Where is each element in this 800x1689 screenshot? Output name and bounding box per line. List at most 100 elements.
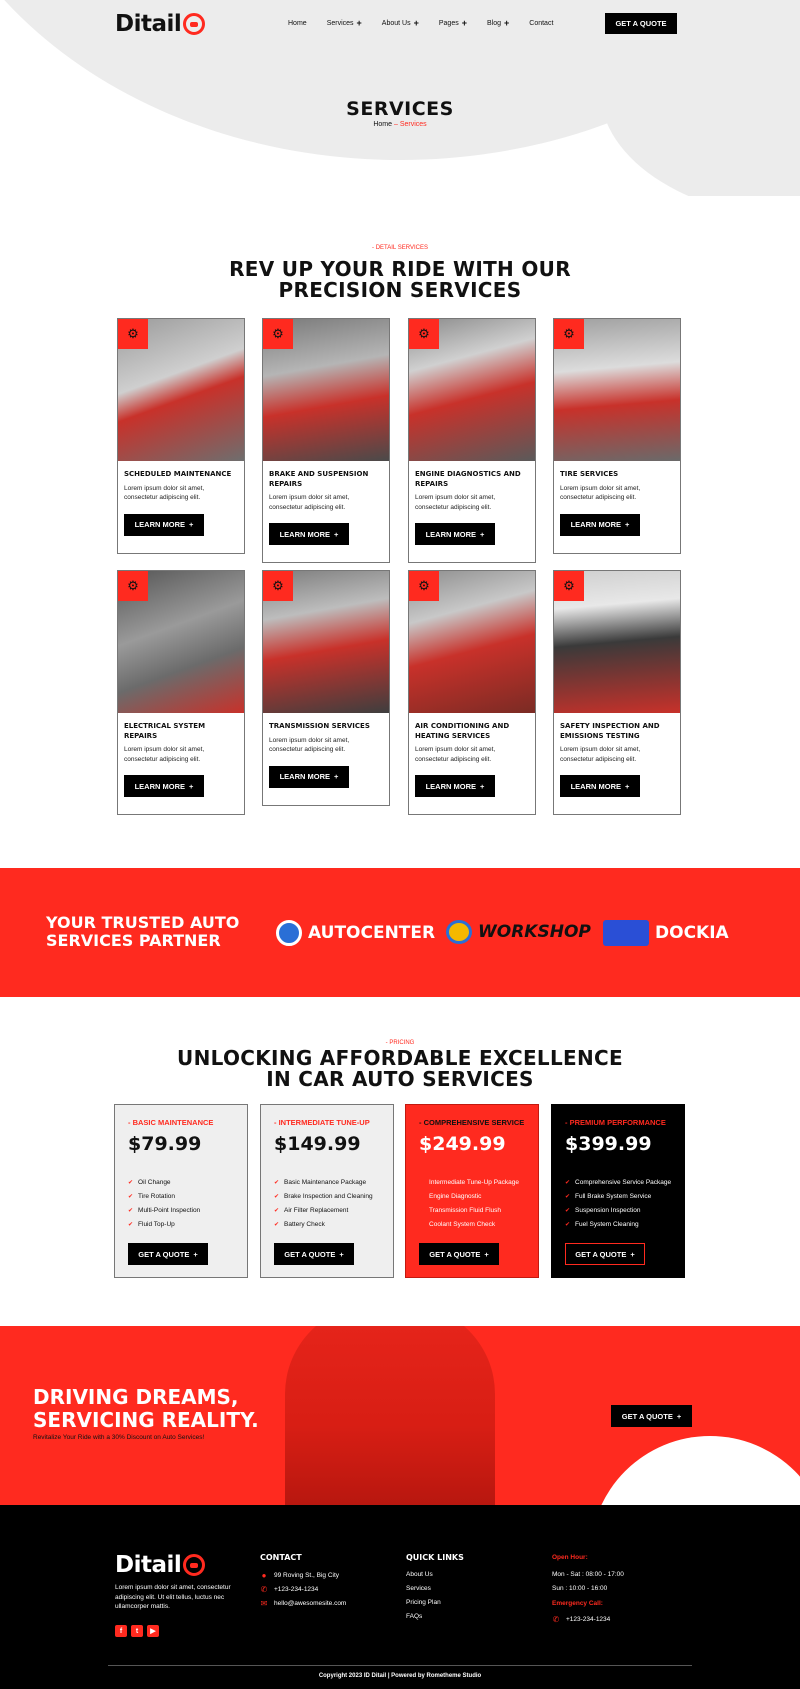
nav-item-home[interactable]: Home	[288, 18, 307, 28]
nav-item-contact[interactable]: Contact	[529, 18, 553, 28]
phone-text: +123-234-1234	[566, 1616, 611, 1623]
plan-feature: Engine Diagnostic	[419, 1190, 519, 1204]
nav-item-services[interactable]: Services +	[327, 18, 362, 28]
header-quote-button[interactable]: GET A QUOTE	[605, 13, 677, 34]
service-card: ⚙ TIRE SERVICES Lorem ipsum dolor sit am…	[553, 318, 681, 554]
service-card: ⚙ ELECTRICAL SYSTEM REPAIRS Lorem ipsum …	[117, 570, 245, 815]
button-label: LEARN MORE	[425, 781, 477, 791]
plan-quote-button[interactable]: GET A QUOTE +	[419, 1243, 499, 1265]
service-card: ⚙ SAFETY INSPECTION AND EMISSIONS TESTIN…	[553, 570, 681, 815]
footer-about: Lorem ipsum dolor sit amet, consectetur …	[115, 1584, 231, 1610]
partners-title-line2: SERVICES PARTNER	[46, 931, 221, 950]
twitter-icon[interactable]: t	[131, 1625, 143, 1637]
spark-plug-icon: ⚙	[263, 319, 293, 349]
youtube-icon[interactable]: ▶	[147, 1625, 159, 1637]
plan-feature: Transmission Fluid Flush	[419, 1204, 519, 1218]
plan-quote-button[interactable]: GET A QUOTE +	[128, 1243, 208, 1265]
phone-icon: ✆	[552, 1615, 560, 1624]
nav-label: Contact	[529, 19, 554, 27]
footer-divider	[108, 1665, 692, 1666]
plus-icon: +	[676, 1411, 682, 1421]
services-title-line2: PRECISION SERVICES	[278, 278, 522, 302]
service-card: ⚙ TRANSMISSION SERVICES Lorem ipsum dolo…	[262, 570, 390, 806]
service-photo: ⚙	[263, 571, 389, 713]
car-badge-icon	[276, 920, 302, 946]
plan-quote-button[interactable]: GET A QUOTE +	[565, 1243, 645, 1265]
cta-title: DRIVING DREAMS, SERVICING REALITY.	[33, 1386, 259, 1432]
plus-icon: +	[480, 781, 485, 791]
learn-more-button[interactable]: LEARN MORE +	[124, 775, 204, 797]
facebook-icon[interactable]: f	[115, 1625, 127, 1637]
footer-link[interactable]: Pricing Plan	[406, 1599, 441, 1606]
service-title: SAFETY INSPECTION AND EMISSIONS TESTING	[560, 722, 660, 740]
learn-more-button[interactable]: LEARN MORE +	[269, 523, 349, 545]
cta-title-line2: SERVICING REALITY.	[33, 1408, 259, 1432]
breadcrumb-home[interactable]: Home	[373, 121, 392, 128]
plan-quote-button[interactable]: GET A QUOTE +	[274, 1243, 354, 1265]
footer-link[interactable]: Services	[406, 1585, 431, 1592]
hours-weekday: Mon - Sat : 08:00 - 17:00	[552, 1571, 624, 1578]
emergency-phone[interactable]: ✆ +123-234-1234	[552, 1615, 611, 1624]
copyright: Copyright 2023 ID Ditail | Powered by Ro…	[318, 1673, 482, 1679]
footer-link[interactable]: FAQs	[406, 1613, 422, 1620]
plus-icon: +	[480, 529, 485, 539]
button-label: GET A QUOTE	[621, 1411, 673, 1421]
nav-item-about[interactable]: About Us +	[382, 18, 419, 28]
cta-subtitle: Revitalize Your Ride with a 30% Discount…	[33, 1434, 205, 1441]
phone-text: +123-234-1234	[274, 1586, 319, 1593]
button-label: LEARN MORE	[134, 781, 186, 791]
learn-more-button[interactable]: LEARN MORE +	[560, 775, 640, 797]
services-title: REV UP YOUR RIDE WITH OUR PRECISION SERV…	[0, 259, 800, 301]
car-wheel-icon	[183, 13, 206, 35]
nav-label: Blog	[486, 19, 501, 27]
learn-more-button[interactable]: LEARN MORE +	[269, 765, 349, 788]
address-text: 99 Roving St., Big City	[274, 1572, 340, 1579]
button-label: GET A QUOTE	[284, 1249, 336, 1259]
plus-icon: +	[625, 781, 630, 791]
nav-item-blog[interactable]: Blog +	[487, 18, 509, 28]
service-desc: Lorem ipsum dolor sit amet, consectetur …	[415, 746, 496, 763]
cta-quote-button[interactable]: GET A QUOTE +	[611, 1405, 692, 1427]
footer-logo[interactable]: Ditail	[115, 1552, 206, 1578]
learn-more-button[interactable]: LEARN MORE +	[124, 513, 204, 536]
plan-feature: Comprehensive Service Package	[565, 1176, 671, 1190]
footer-phone[interactable]: ✆ +123-234-1234	[260, 1585, 319, 1594]
partners-title-line1: YOUR TRUSTED AUTO	[46, 913, 240, 932]
plan-tag: - BASIC MAINTENANCE	[128, 1118, 214, 1127]
main-nav: Home Services + About Us + Pages + Blog + Co…	[288, 18, 553, 28]
services-eyebrow: - DETAIL SERVICES	[372, 245, 428, 251]
plan-feature: Brake Inspection and Cleaning	[274, 1190, 373, 1204]
plan-features: Basic Maintenance Package Brake Inspecti…	[274, 1176, 373, 1232]
button-label: LEARN MORE	[134, 520, 186, 529]
button-label: LEARN MORE	[570, 520, 622, 529]
plus-icon: +	[334, 772, 339, 781]
footer-link[interactable]: About Us	[406, 1571, 433, 1578]
pricing-card-intermediate: - INTERMEDIATE TUNE-UP $149.99 Basic Mai…	[260, 1104, 394, 1278]
learn-more-button[interactable]: LEARN MORE +	[415, 775, 495, 797]
plan-feature: Fuel System Cleaning	[565, 1218, 671, 1232]
brand-autocenter: AUTOCENTER	[276, 920, 435, 946]
learn-more-button[interactable]: LEARN MORE +	[415, 523, 495, 545]
plan-features: Comprehensive Service Package Full Brake…	[565, 1176, 671, 1232]
cta-title-line1: DRIVING DREAMS,	[33, 1385, 239, 1409]
plan-tag: - COMPREHENSIVE SERVICE	[419, 1118, 525, 1127]
plus-icon: +	[189, 520, 194, 529]
partners-title: YOUR TRUSTED AUTO SERVICES PARTNER	[46, 914, 239, 950]
footer-email[interactable]: ✉ hello@awesomesite.com	[260, 1599, 347, 1608]
tow-truck-icon	[603, 920, 649, 946]
service-title: BRAKE AND SUSPENSION REPAIRS	[269, 470, 369, 488]
service-photo: ⚙	[409, 319, 535, 461]
learn-more-button[interactable]: LEARN MORE +	[560, 513, 640, 536]
service-photo: ⚙	[554, 319, 680, 461]
plus-icon: +	[625, 520, 630, 529]
nav-item-pages[interactable]: Pages +	[439, 18, 467, 28]
plan-feature: Suspension Inspection	[565, 1204, 671, 1218]
logo[interactable]: Ditail	[115, 11, 206, 37]
breadcrumb-separator: –	[393, 121, 398, 128]
service-desc: Lorem ipsum dolor sit amet, consectetur …	[124, 484, 205, 502]
breadcrumb: Home – Services	[0, 121, 800, 128]
plus-icon: +	[484, 1249, 489, 1259]
services-title-line1: REV UP YOUR RIDE WITH OUR	[229, 257, 571, 281]
service-title: ENGINE DIAGNOSTICS AND REPAIRS	[415, 470, 521, 488]
plan-feature: Fluid Top-Up	[128, 1218, 200, 1232]
